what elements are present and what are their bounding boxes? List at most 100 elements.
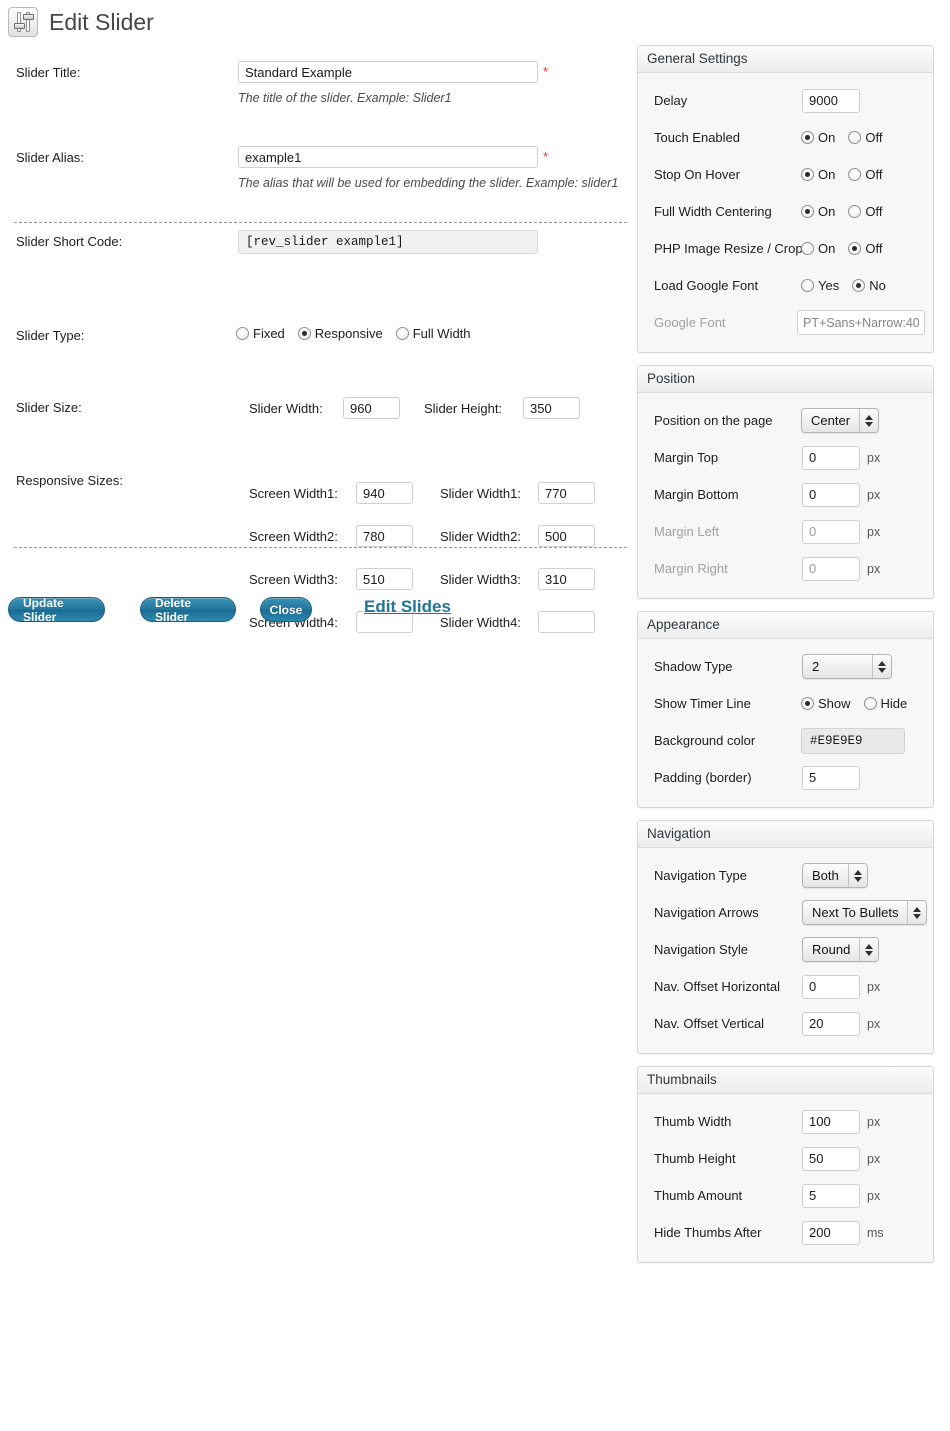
shadow-type-label: Shadow Type: [654, 659, 733, 674]
panel-navigation: Navigation Navigation Type Both Navigati…: [637, 820, 934, 1054]
panel-thumbnails: Thumbnails Thumb Width px Thumb Height p…: [637, 1066, 934, 1263]
thumb-amount-input[interactable]: [802, 1184, 860, 1208]
position-on-page-select[interactable]: Center: [801, 408, 879, 433]
touch-enabled-option-off[interactable]: Off: [848, 130, 882, 145]
full-width-centering-option-on[interactable]: On: [801, 204, 835, 219]
option-label: On: [818, 241, 835, 256]
radio-icon-selected[interactable]: [801, 205, 814, 218]
navigation-arrows-select[interactable]: Next To Bullets: [802, 900, 927, 925]
background-color-picker[interactable]: #E9E9E9: [801, 728, 905, 754]
load-google-font-option-yes[interactable]: Yes: [801, 278, 839, 293]
shadow-type-select[interactable]: 2: [802, 654, 892, 679]
radio-icon[interactable]: [801, 242, 814, 255]
navigation-type-select[interactable]: Both: [802, 863, 868, 888]
thumb-width-row: Thumb Width px: [638, 1103, 933, 1140]
radio-icon[interactable]: [848, 205, 861, 218]
margin-right-input[interactable]: [802, 557, 860, 581]
load-google-font-option-no[interactable]: No: [852, 278, 886, 293]
screen-width3-label: Screen Width3:: [249, 572, 338, 587]
full-width-centering-label: Full Width Centering: [654, 204, 772, 219]
option-label: Off: [865, 241, 882, 256]
thumb-height-input[interactable]: [802, 1147, 860, 1171]
full-width-centering-option-off[interactable]: Off: [848, 204, 882, 219]
responsive-sizes-row: Responsive Sizes: Screen Width1: Slider …: [0, 164, 640, 188]
radio-icon-selected[interactable]: [801, 168, 814, 181]
slider-alias-row: Slider Alias: * The alias that will be u…: [0, 68, 640, 92]
radio-icon-selected[interactable]: [298, 327, 311, 340]
nav-offset-horizontal-input[interactable]: [802, 975, 860, 999]
chevron-updown-icon[interactable]: [848, 864, 867, 887]
touch-enabled-option-on[interactable]: On: [801, 130, 835, 145]
slider-height-input[interactable]: [523, 397, 580, 419]
margin-bottom-input[interactable]: [802, 483, 860, 507]
margin-top-input[interactable]: [802, 446, 860, 470]
delay-input[interactable]: [802, 89, 860, 113]
stop-on-hover-option-on[interactable]: On: [801, 167, 835, 182]
slider-width4-input[interactable]: [538, 611, 595, 633]
screen-width2-input[interactable]: [356, 525, 413, 547]
slider-width1-input[interactable]: [538, 482, 595, 504]
radio-icon[interactable]: [848, 168, 861, 181]
slider-type-row: Slider Type: Fixed Responsive Full Width: [0, 116, 640, 140]
chevron-updown-icon[interactable]: [859, 938, 878, 961]
touch-enabled-label: Touch Enabled: [654, 130, 740, 145]
nav-offset-vertical-row: Nav. Offset Vertical px: [638, 1005, 933, 1042]
radio-icon[interactable]: [848, 131, 861, 144]
navigation-style-select[interactable]: Round: [802, 937, 879, 962]
slider-type-option-fixed[interactable]: Fixed: [236, 326, 285, 341]
margin-bottom-label: Margin Bottom: [654, 487, 739, 502]
php-image-resize-option-on[interactable]: On: [801, 241, 835, 256]
radio-icon[interactable]: [801, 279, 814, 292]
edit-slides-link[interactable]: Edit Slides: [364, 597, 451, 617]
padding-border-input[interactable]: [802, 766, 860, 790]
slider-equalizer-icon: [8, 7, 38, 37]
margin-left-unit: px: [867, 525, 880, 539]
google-font-row: Google Font: [638, 304, 933, 341]
slider-width-input[interactable]: [343, 397, 400, 419]
radio-icon-selected[interactable]: [852, 279, 865, 292]
thumb-width-input[interactable]: [802, 1110, 860, 1134]
update-slider-button[interactable]: Update Slider: [8, 597, 105, 622]
slider-type-option-full-width[interactable]: Full Width: [396, 326, 471, 341]
chevron-updown-icon[interactable]: [872, 655, 891, 678]
thumb-height-row: Thumb Height px: [638, 1140, 933, 1177]
close-button[interactable]: Close: [260, 597, 312, 622]
chevron-updown-icon[interactable]: [859, 409, 878, 432]
slider-shortcode-field[interactable]: [rev_slider example1]: [238, 230, 538, 254]
thumb-height-label: Thumb Height: [654, 1151, 736, 1166]
screen-width1-input[interactable]: [356, 482, 413, 504]
delete-slider-button[interactable]: Delete Slider: [140, 597, 236, 622]
position-on-page-label: Position on the page: [654, 413, 773, 428]
radio-icon[interactable]: [396, 327, 409, 340]
slider-width2-input[interactable]: [538, 525, 595, 547]
radio-icon[interactable]: [236, 327, 249, 340]
hide-thumbs-after-input[interactable]: [802, 1221, 860, 1245]
google-font-input[interactable]: [797, 310, 925, 335]
option-label: Show: [818, 696, 851, 711]
shadow-type-value: 2: [803, 655, 872, 678]
screen-width3-input[interactable]: [356, 568, 413, 590]
option-label: On: [818, 167, 835, 182]
radio-icon-selected[interactable]: [801, 131, 814, 144]
stop-on-hover-label: Stop On Hover: [654, 167, 740, 182]
thumb-height-unit: px: [867, 1152, 880, 1166]
stop-on-hover-option-off[interactable]: Off: [848, 167, 882, 182]
radio-icon-selected[interactable]: [848, 242, 861, 255]
show-timer-line-option-show[interactable]: Show: [801, 696, 851, 711]
page-header: Edit Slider: [0, 0, 640, 44]
panel-general-settings-heading: General Settings: [638, 46, 933, 73]
radio-icon[interactable]: [864, 697, 877, 710]
slider-type-label: Slider Type:: [16, 328, 84, 343]
show-timer-line-option-hide[interactable]: Hide: [864, 696, 908, 711]
navigation-arrows-value: Next To Bullets: [803, 901, 907, 924]
radio-icon-selected[interactable]: [801, 697, 814, 710]
nav-offset-vertical-input[interactable]: [802, 1012, 860, 1036]
slider-type-option-label: Full Width: [413, 326, 471, 341]
panel-appearance: Appearance Shadow Type 2 Show Timer Line…: [637, 611, 934, 808]
slider-width3-input[interactable]: [538, 568, 595, 590]
slider-title-row: Slider Title: * The title of the slider.…: [0, 44, 640, 68]
margin-left-input[interactable]: [802, 520, 860, 544]
slider-type-option-responsive[interactable]: Responsive: [298, 326, 383, 341]
php-image-resize-option-off[interactable]: Off: [848, 241, 882, 256]
chevron-updown-icon[interactable]: [907, 901, 926, 924]
